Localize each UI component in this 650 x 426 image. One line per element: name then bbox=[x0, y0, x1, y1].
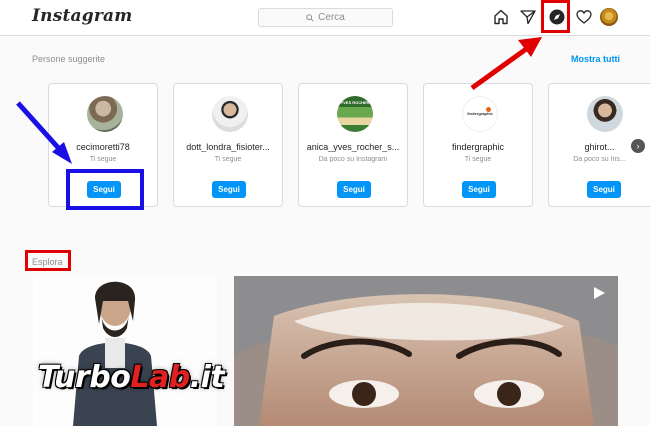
avatar[interactable] bbox=[587, 96, 623, 132]
avatar[interactable]: findergraphic bbox=[462, 96, 498, 132]
explore-title-highlight bbox=[25, 250, 71, 271]
play-icon bbox=[594, 287, 605, 299]
subtitle: Ti segue bbox=[89, 156, 117, 163]
avatar[interactable] bbox=[212, 96, 248, 132]
avatar[interactable] bbox=[87, 96, 123, 132]
home-icon[interactable] bbox=[492, 8, 510, 26]
suggestion-card: ghirot... Da poco su Ins... Segui › bbox=[548, 83, 650, 207]
subtitle: Da poco su Ins... bbox=[573, 156, 626, 163]
suggestion-card: dott_londra_fisioter... Ti segue Segui bbox=[173, 83, 283, 207]
next-arrow-icon[interactable]: › bbox=[631, 139, 645, 153]
follow-button[interactable]: Segui bbox=[337, 181, 371, 198]
brand-logo-text: findergraphic bbox=[467, 111, 493, 116]
explore-icon-highlight bbox=[541, 0, 570, 33]
suggestion-card: findergraphic findergraphic Ti segue Seg… bbox=[423, 83, 533, 207]
watermark-part3: .it bbox=[189, 360, 225, 395]
watermark-part2: Lab bbox=[130, 360, 190, 395]
follow-button[interactable]: Segui bbox=[587, 181, 621, 198]
subtitle: Ti segue bbox=[464, 156, 492, 163]
explore-video-thumbnail[interactable] bbox=[234, 276, 618, 426]
red-arrow-line bbox=[470, 44, 531, 91]
username[interactable]: findergraphic bbox=[424, 142, 532, 152]
username[interactable]: dott_londra_fisioter... bbox=[174, 142, 282, 152]
turbolab-watermark: TurboLab.it bbox=[38, 360, 225, 395]
follow-button[interactable]: Segui bbox=[212, 181, 246, 198]
subtitle: Ti segue bbox=[214, 156, 242, 163]
activity-heart-icon[interactable] bbox=[575, 8, 593, 26]
face-photo bbox=[234, 276, 618, 426]
brand-dots bbox=[486, 107, 491, 112]
direct-icon[interactable] bbox=[519, 8, 537, 26]
username[interactable]: anica_yves_rocher_s... bbox=[299, 142, 407, 152]
username[interactable]: cecimoretti78 bbox=[49, 142, 157, 152]
profile-avatar[interactable] bbox=[600, 8, 618, 26]
red-arrow-head bbox=[518, 37, 542, 57]
watermark-part1: Turbo bbox=[38, 360, 131, 395]
follow-button-highlight bbox=[66, 169, 144, 210]
show-all-link[interactable]: Mostra tutti bbox=[571, 54, 620, 64]
subtitle: Da poco su Instagram bbox=[318, 156, 388, 163]
suggestion-card: YVES ROCHER anica_yves_rocher_s... Da po… bbox=[298, 83, 408, 207]
follow-button[interactable]: Segui bbox=[462, 181, 496, 198]
suggested-title: Persone suggerite bbox=[32, 54, 106, 64]
person-photo bbox=[33, 276, 217, 426]
avatar[interactable]: YVES ROCHER bbox=[337, 96, 373, 132]
brand-logo-text: YVES ROCHER bbox=[340, 100, 370, 105]
explore-post-thumbnail[interactable] bbox=[33, 276, 217, 426]
